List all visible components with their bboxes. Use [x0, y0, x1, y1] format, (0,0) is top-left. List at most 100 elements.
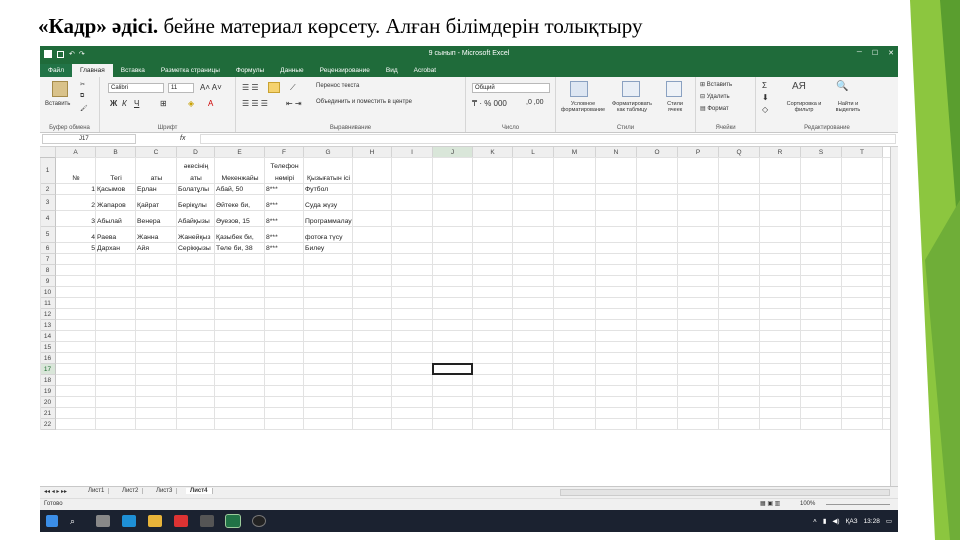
cell-number[interactable]: 4	[56, 233, 96, 243]
copy-icon[interactable]: ⧉	[80, 93, 84, 100]
row-header-22[interactable]: 22	[40, 419, 56, 430]
row-header-11[interactable]: 11	[40, 298, 56, 309]
cell-address[interactable]: Төле би, 38	[215, 244, 265, 254]
cell-hobby[interactable]: Билеу	[304, 244, 353, 254]
cell-phone[interactable]: 8***	[265, 217, 304, 227]
insert-cells-button[interactable]: ⊞ Вставить	[700, 81, 732, 88]
row-header-16[interactable]: 16	[40, 353, 56, 364]
header-address[interactable]: Мекенжайы	[215, 174, 265, 184]
tab-6[interactable]: Рецензирование	[312, 64, 378, 77]
wrap-text-button[interactable]: Перенос текста	[316, 83, 359, 89]
row-header-13[interactable]: 13	[40, 320, 56, 331]
sort-icon[interactable]: AЯ	[792, 81, 806, 92]
italic-icon[interactable]: К	[122, 99, 127, 108]
search-icon[interactable]: ⌕	[70, 515, 84, 527]
header-patronymic-1[interactable]: әкесінің	[177, 162, 215, 172]
row-header-19[interactable]: 19	[40, 386, 56, 397]
sheet-nav-icon[interactable]: ◂◂ ◂ ▸ ▸▸	[44, 488, 67, 495]
language-indicator[interactable]: ҚАЗ	[846, 518, 858, 525]
row-header-7[interactable]: 7	[40, 254, 56, 265]
row-header-8[interactable]: 8	[40, 265, 56, 276]
cell-name[interactable]: Айя	[136, 244, 177, 254]
sort-filter-button[interactable]: Сортировка и фильтр	[784, 101, 824, 113]
fill-color-icon[interactable]: ◈	[188, 99, 194, 108]
task-view-icon[interactable]	[96, 515, 110, 527]
tab-8[interactable]: Acrobat	[406, 64, 444, 77]
cell-phone[interactable]: 8***	[265, 244, 304, 254]
cell-hobby[interactable]: Футбол	[304, 185, 353, 195]
row-header-6[interactable]: 6	[40, 243, 56, 254]
clock[interactable]: 13:28	[864, 518, 880, 525]
sheet-tab-1[interactable]: Лист1	[84, 488, 110, 494]
fill-icon[interactable]: ⬇	[762, 93, 769, 102]
vertical-scrollbar[interactable]	[890, 147, 898, 486]
currency-icon[interactable]: ₸ · % 000	[472, 99, 507, 108]
cell-hobby[interactable]: Программалау	[304, 217, 353, 227]
find-select-button[interactable]: Найти и выделить	[828, 101, 868, 113]
tray-chevron-icon[interactable]: ˄	[813, 518, 817, 525]
row-header-4[interactable]: 4	[40, 211, 56, 227]
name-box[interactable]: J17	[42, 134, 136, 144]
bold-icon[interactable]: Ж	[110, 99, 117, 108]
format-painter-icon[interactable]: 🖌	[80, 105, 88, 112]
fx-icon[interactable]: fx	[180, 135, 185, 142]
decimal-icon[interactable]: ,0 ,00	[526, 99, 544, 106]
orientation-icon[interactable]: ⟋	[290, 83, 296, 93]
sheet-tab-2[interactable]: Лист2	[118, 488, 144, 494]
row-header-20[interactable]: 20	[40, 397, 56, 408]
cell-number[interactable]: 1	[56, 185, 96, 195]
row-header-3[interactable]: 3	[40, 195, 56, 211]
paste-icon[interactable]	[52, 81, 68, 97]
zoom-slider[interactable]	[826, 504, 890, 505]
underline-icon[interactable]: Ч	[134, 99, 139, 108]
header-phone-2[interactable]: нөмірі	[265, 174, 304, 184]
clear-icon[interactable]: ◇	[762, 105, 768, 114]
cell-patronymic[interactable]: Абайқызы	[177, 217, 215, 227]
tab-7[interactable]: Вид	[378, 64, 406, 77]
font-name-select[interactable]: Calibri	[108, 83, 164, 93]
tab-2[interactable]: Вставка	[113, 64, 153, 77]
row-header-1[interactable]: 1	[40, 158, 56, 184]
horizontal-scrollbar[interactable]	[560, 489, 890, 496]
sheet-tab-4[interactable]: Лист4	[186, 488, 213, 494]
row-header-2[interactable]: 2	[40, 184, 56, 195]
row-header-15[interactable]: 15	[40, 342, 56, 353]
format-table-icon[interactable]	[622, 81, 640, 97]
cell-surname[interactable]: Абылай	[96, 217, 136, 227]
tab-5[interactable]: Данные	[272, 64, 311, 77]
cell-name[interactable]: Жанна	[136, 233, 177, 243]
tab-4[interactable]: Формулы	[228, 64, 272, 77]
cell-hobby[interactable]: фотоға түсу	[304, 233, 353, 243]
close-icon[interactable]: ✕	[888, 49, 894, 57]
tab-3[interactable]: Разметка страницы	[153, 64, 228, 77]
cell-phone[interactable]: 8***	[265, 201, 304, 211]
maximize-icon[interactable]: ☐	[872, 49, 878, 57]
header-hobby[interactable]: Қызығатын ісі	[304, 174, 353, 184]
format-cells-button[interactable]: ▤ Формат	[700, 105, 729, 112]
find-icon[interactable]: 🔍	[836, 81, 848, 92]
volume-icon[interactable]: ◀)	[832, 517, 839, 525]
cell-styles-button[interactable]: Стили ячеек	[660, 101, 690, 113]
cell-surname[interactable]: Қасымов	[96, 185, 136, 195]
row-header-21[interactable]: 21	[40, 408, 56, 419]
row-header-5[interactable]: 5	[40, 227, 56, 243]
cell-surname[interactable]: Жапаров	[96, 201, 136, 211]
obs-icon[interactable]	[252, 515, 266, 527]
edge-icon[interactable]	[122, 515, 136, 527]
active-cell-j17[interactable]	[432, 363, 473, 375]
header-surname[interactable]: Тегі	[96, 174, 136, 184]
acrobat-icon[interactable]	[174, 515, 188, 527]
minimize-icon[interactable]: ─	[857, 49, 862, 57]
cell-address[interactable]: Әуезов, 15	[215, 217, 265, 227]
spreadsheet-grid[interactable]: A B C D E F G H I J K L M N O P Q R S T 1 2 3 4 5 6 7 8 9 10 11 12 13 14 1…	[40, 147, 898, 491]
row-header-14[interactable]: 14	[40, 331, 56, 342]
windows-start-icon[interactable]	[46, 515, 58, 527]
cell-surname[interactable]: Дархан	[96, 244, 136, 254]
cell-number[interactable]: 2	[56, 201, 96, 211]
row-header-10[interactable]: 10	[40, 287, 56, 298]
cell-phone[interactable]: 8***	[265, 233, 304, 243]
grow-font-icon[interactable]: A˄ A˅	[200, 83, 222, 92]
excel-taskbar-icon[interactable]	[225, 514, 241, 528]
cell-patronymic[interactable]: Серікқызы	[177, 244, 215, 254]
cell-number[interactable]: 5	[56, 244, 96, 254]
